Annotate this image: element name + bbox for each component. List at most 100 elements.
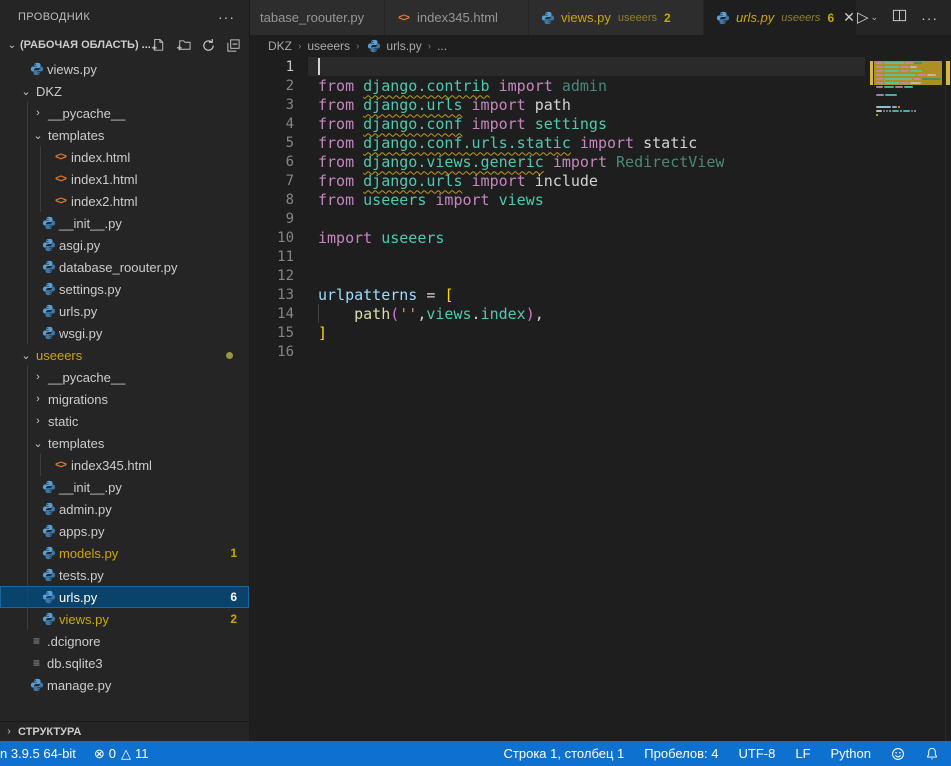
tree-file-database_roouter.py[interactable]: database_roouter.py bbox=[0, 256, 249, 278]
new-folder-icon[interactable] bbox=[176, 38, 191, 53]
code-line-6[interactable]: 6from django.views.generic import Redire… bbox=[250, 152, 951, 171]
tree-folder-templates[interactable]: ⌄templates bbox=[0, 124, 249, 146]
tree-item-label: urls.py bbox=[59, 590, 97, 605]
tab-bar: tabase_roouter.py<>index345.htmlviews.py… bbox=[250, 0, 951, 35]
tree-file-views.py[interactable]: views.py bbox=[0, 58, 249, 80]
tree-item-label: tests.py bbox=[59, 568, 104, 583]
tree-file-index345.html[interactable]: <>index345.html bbox=[0, 454, 249, 476]
tree-file-apps.py[interactable]: apps.py bbox=[0, 520, 249, 542]
code-line-16[interactable]: 16 bbox=[250, 342, 951, 361]
chevron-right-icon: › bbox=[30, 371, 46, 383]
tree-file-urls.py[interactable]: urls.py bbox=[0, 300, 249, 322]
tab-description: useeers bbox=[781, 12, 820, 24]
code-line-5[interactable]: 5from django.conf.urls.static import sta… bbox=[250, 133, 951, 152]
tab-tabase_roouter.py[interactable]: tabase_roouter.py bbox=[250, 0, 385, 35]
cursor-position-indicator[interactable]: Строка 1, столбец 1 bbox=[504, 741, 625, 766]
tab-index345.html[interactable]: <>index345.html bbox=[385, 0, 529, 35]
minimap[interactable] bbox=[872, 57, 944, 187]
tree-file-views.py[interactable]: views.py2 bbox=[0, 608, 249, 630]
tree-folder-migrations[interactable]: ›migrations bbox=[0, 388, 249, 410]
problems-indicator[interactable]: ⊗ 0 △ 11 bbox=[94, 741, 149, 766]
new-file-icon[interactable] bbox=[151, 38, 166, 53]
tree-file-urls.py[interactable]: urls.py6 bbox=[0, 586, 249, 608]
tree-folder-__pycache__[interactable]: ›__pycache__ bbox=[0, 366, 249, 388]
tree-item-label: useeers bbox=[36, 348, 82, 363]
code-line-1[interactable]: 1 bbox=[250, 57, 951, 76]
line-number: 12 bbox=[250, 268, 294, 284]
outline-section-header[interactable]: › СТРУКТУРА bbox=[0, 721, 249, 741]
tree-item-label: asgi.py bbox=[59, 238, 100, 253]
collapse-all-icon[interactable] bbox=[226, 38, 241, 53]
close-icon[interactable]: ✕ bbox=[843, 9, 855, 26]
tree-file-index1.html[interactable]: <>index1.html bbox=[0, 168, 249, 190]
code-line-9[interactable]: 9 bbox=[250, 209, 951, 228]
tree-item-label: manage.py bbox=[47, 678, 111, 693]
tree-file-settings.py[interactable]: settings.py bbox=[0, 278, 249, 300]
chevron-down-icon: ⌄ bbox=[30, 437, 46, 450]
line-number: 2 bbox=[250, 78, 294, 94]
tree-file-index2.html[interactable]: <>index2.html bbox=[0, 190, 249, 212]
code-line-4[interactable]: 4from django.conf import settings bbox=[250, 114, 951, 133]
tree-folder-static[interactable]: ›static bbox=[0, 410, 249, 432]
tree-file-manage.py[interactable]: manage.py bbox=[0, 674, 249, 696]
code-line-2[interactable]: 2from django.contrib import admin bbox=[250, 76, 951, 95]
breadcrumb-item-DKZ[interactable]: DKZ bbox=[268, 39, 292, 53]
line-number: 9 bbox=[250, 211, 294, 227]
tree-item-label: wsgi.py bbox=[59, 326, 102, 341]
code-line-10[interactable]: 10import useeers bbox=[250, 228, 951, 247]
breadcrumb-item-urls.py[interactable]: urls.py bbox=[365, 39, 421, 53]
html-file-icon: <> bbox=[395, 12, 412, 24]
workspace-section-header[interactable]: ⌄ (РАБОЧАЯ ОБЛАСТЬ) ... bbox=[0, 33, 249, 57]
code-line-3[interactable]: 3from django.urls import path bbox=[250, 95, 951, 114]
code-line-15[interactable]: 15] bbox=[250, 323, 951, 342]
eol-indicator[interactable]: LF bbox=[795, 741, 810, 766]
code-line-13[interactable]: 13urlpatterns = [ bbox=[250, 285, 951, 304]
line-number: 11 bbox=[250, 249, 294, 265]
warning-icon: △ bbox=[121, 746, 131, 762]
code-line-11[interactable]: 11 bbox=[250, 247, 951, 266]
tree-file-tests.py[interactable]: tests.py bbox=[0, 564, 249, 586]
tree-file-index.html[interactable]: <>index.html bbox=[0, 146, 249, 168]
python-file-icon bbox=[40, 568, 57, 582]
tree-file-__init__.py[interactable]: __init__.py bbox=[0, 212, 249, 234]
encoding-indicator[interactable]: UTF-8 bbox=[739, 741, 776, 766]
code-line-8[interactable]: 8from useeers import views bbox=[250, 190, 951, 209]
tree-folder-useeers[interactable]: ⌄useeers bbox=[0, 344, 249, 366]
tree-file-models.py[interactable]: models.py1 bbox=[0, 542, 249, 564]
tree-file-__init__.py[interactable]: __init__.py bbox=[0, 476, 249, 498]
overview-ruler[interactable] bbox=[945, 57, 951, 741]
tree-file-admin.py[interactable]: admin.py bbox=[0, 498, 249, 520]
tree-item-label: urls.py bbox=[59, 304, 97, 319]
tab-views.py[interactable]: views.pyuseeers2 bbox=[529, 0, 704, 35]
tree-file-wsgi.py[interactable]: wsgi.py bbox=[0, 322, 249, 344]
notifications-bell-icon[interactable] bbox=[925, 741, 939, 766]
refresh-icon[interactable] bbox=[201, 38, 216, 53]
split-editor-button[interactable] bbox=[892, 8, 907, 28]
breadcrumb-item-useeers[interactable]: useeers bbox=[307, 39, 350, 53]
breadcrumb-item-...[interactable]: ... bbox=[437, 39, 447, 53]
editor-more-actions-icon[interactable]: ··· bbox=[921, 10, 938, 26]
explorer-more-icon[interactable]: ··· bbox=[218, 9, 235, 25]
run-file-button[interactable]: ▷⌄ bbox=[857, 10, 878, 25]
tree-folder-templates[interactable]: ⌄templates bbox=[0, 432, 249, 454]
code-line-14[interactable]: 14 path('',views.index), bbox=[250, 304, 951, 323]
code-editor[interactable]: 12from django.contrib import admin3from … bbox=[250, 57, 951, 741]
code-line-12[interactable]: 12 bbox=[250, 266, 951, 285]
indentation-indicator[interactable]: Пробелов: 4 bbox=[644, 741, 718, 766]
python-version-indicator[interactable]: n 3.9.5 64-bit bbox=[0, 741, 76, 766]
feedback-icon[interactable] bbox=[891, 741, 905, 766]
python-file-icon bbox=[40, 326, 57, 340]
tree-file-asgi.py[interactable]: asgi.py bbox=[0, 234, 249, 256]
tree-folder-DKZ[interactable]: ⌄DKZ bbox=[0, 80, 249, 102]
tree-folder-__pycache__[interactable]: ›__pycache__ bbox=[0, 102, 249, 124]
tree-file-db.sqlite3[interactable]: ≡db.sqlite3 bbox=[0, 652, 249, 674]
tab-urls.py[interactable]: urls.pyuseeers6✕ bbox=[704, 0, 857, 35]
run-dropdown-icon[interactable]: ⌄ bbox=[871, 12, 879, 23]
tree-file-.dcignore[interactable]: ≡.dcignore bbox=[0, 630, 249, 652]
tree-item-label: views.py bbox=[59, 612, 109, 627]
language-indicator[interactable]: Python bbox=[831, 741, 871, 766]
python-file-icon bbox=[714, 11, 731, 25]
line-number: 10 bbox=[250, 230, 294, 246]
tree-item-label: settings.py bbox=[59, 282, 121, 297]
code-line-7[interactable]: 7from django.urls import include bbox=[250, 171, 951, 190]
